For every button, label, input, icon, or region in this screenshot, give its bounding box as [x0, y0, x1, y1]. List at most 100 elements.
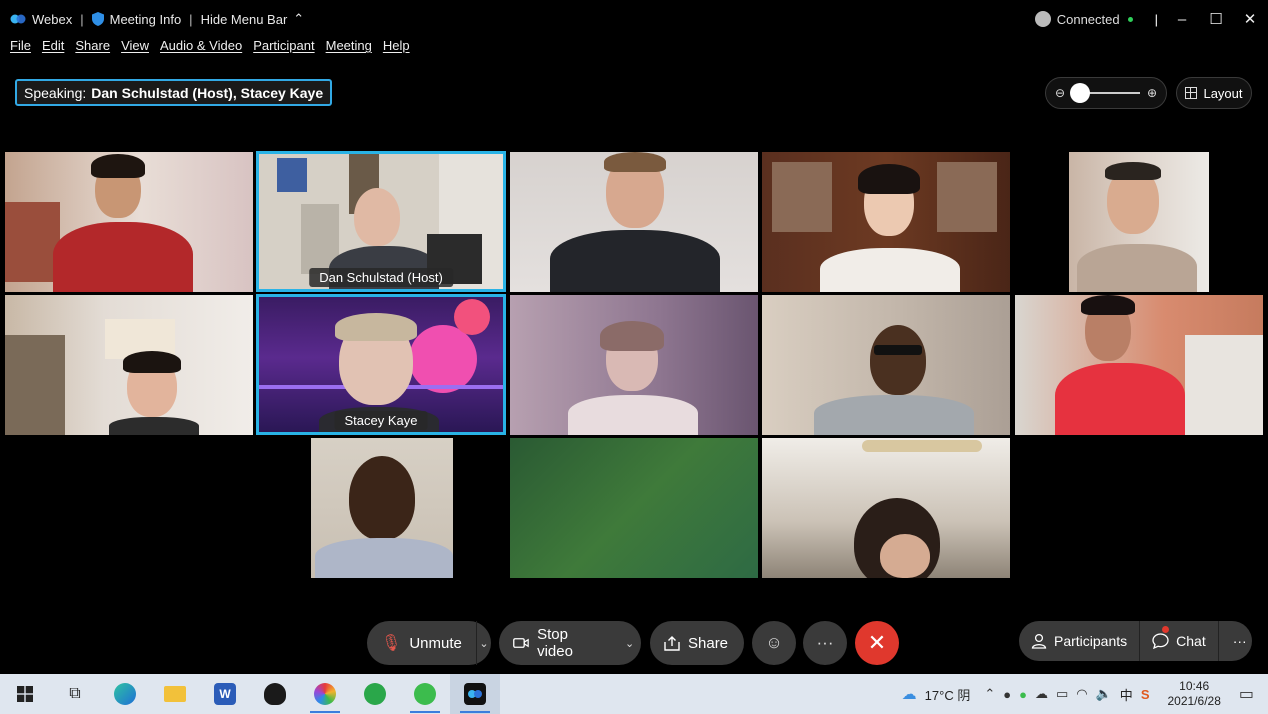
close-icon[interactable]: ✕: [1240, 10, 1260, 28]
participant-hair: [123, 351, 181, 373]
participant-face: [354, 188, 400, 246]
windows-logo-icon: [17, 686, 33, 702]
menu-participant[interactable]: Participant: [253, 38, 314, 62]
taskbar-app-evernote[interactable]: [350, 674, 400, 714]
title-bar: Webex | Meeting Info | Hide Menu Bar ⌃ C…: [0, 0, 1268, 38]
audio-options-dropdown[interactable]: ⌄: [475, 621, 491, 665]
more-options-button[interactable]: ···: [803, 621, 847, 665]
speaking-prefix: Speaking:: [24, 84, 87, 101]
task-view-button[interactable]: ⧉: [50, 674, 100, 714]
video-tile[interactable]: [1015, 295, 1263, 435]
wechat-tray-icon[interactable]: ●: [1019, 687, 1027, 702]
battery-icon[interactable]: ▭: [1056, 686, 1068, 702]
menu-bar: File Edit Share View Audio & Video Parti…: [10, 38, 410, 62]
volume-icon[interactable]: 🔈: [1096, 686, 1112, 702]
brick-wall: [5, 202, 60, 282]
participants-button[interactable]: Participants: [1019, 621, 1139, 661]
menu-share[interactable]: Share: [75, 38, 110, 62]
participant-hair: [335, 313, 417, 341]
taskbar-app-word[interactable]: W: [200, 674, 250, 714]
video-tile[interactable]: [510, 152, 758, 292]
participant-hair: [600, 321, 664, 351]
color-wheel-icon: [314, 683, 336, 705]
leave-meeting-button[interactable]: ✕: [855, 621, 899, 665]
qq-penguin-icon: [264, 683, 286, 705]
weather-text[interactable]: 17°C 阴: [925, 685, 971, 704]
edge-icon: [114, 683, 136, 705]
bookshelf: [5, 335, 65, 435]
task-view-icon: ⧉: [69, 685, 81, 702]
participant-body: [550, 230, 720, 292]
ime-indicator[interactable]: 中: [1120, 685, 1133, 704]
wifi-icon[interactable]: ◠: [1076, 686, 1087, 702]
layout-button[interactable]: Layout: [1176, 77, 1252, 109]
hide-menu-bar-label: Hide Menu Bar: [200, 11, 288, 27]
video-tile-active-speaker[interactable]: Stacey Kaye: [256, 294, 506, 435]
zoom-slider-handle[interactable]: [1070, 83, 1090, 103]
webex-logo-icon: [10, 14, 26, 24]
layout-label: Layout: [1203, 85, 1243, 101]
video-feed: [510, 438, 758, 578]
sogou-input-icon[interactable]: S: [1141, 687, 1150, 702]
unmute-label: Unmute: [409, 634, 462, 652]
menu-file[interactable]: File: [10, 38, 31, 62]
participant-face: [870, 325, 926, 395]
notification-center-icon[interactable]: ▭: [1239, 684, 1254, 704]
participant-hair: [1081, 295, 1135, 315]
menu-audio-video[interactable]: Audio & Video: [160, 38, 242, 62]
participant-face: [880, 534, 930, 578]
zoom-control: ⊖ ⊕: [1045, 77, 1167, 109]
video-tile[interactable]: [257, 438, 505, 578]
clock[interactable]: 10:46 2021/6/28: [1167, 679, 1220, 709]
menu-view[interactable]: View: [121, 38, 149, 62]
menu-edit[interactable]: Edit: [42, 38, 64, 62]
speaking-indicator: Speaking: Dan Schulstad (Host), Stacey K…: [15, 79, 333, 106]
menu-meeting[interactable]: Meeting: [326, 38, 372, 62]
chat-button[interactable]: Chat: [1139, 621, 1218, 661]
video-tile[interactable]: [1015, 152, 1263, 292]
taskbar-app-photos[interactable]: [300, 674, 350, 714]
taskbar-app-webex[interactable]: [450, 674, 500, 714]
hide-menu-bar-button[interactable]: Hide Menu Bar ⌃: [201, 11, 305, 27]
taskbar-app-edge[interactable]: [100, 674, 150, 714]
video-tile[interactable]: [510, 438, 758, 578]
chevron-up-icon[interactable]: ⌃: [984, 686, 995, 702]
video-tile[interactable]: [5, 295, 253, 435]
video-tile[interactable]: [510, 295, 758, 435]
connection-label: Connected: [1056, 11, 1120, 27]
minimize-icon[interactable]: –: [1172, 11, 1192, 28]
taskbar-app-file-explorer[interactable]: [150, 674, 200, 714]
share-button[interactable]: Share: [650, 621, 742, 665]
qq-tray-icon[interactable]: ●: [1003, 687, 1011, 702]
connection-status[interactable]: Connected: [1034, 11, 1133, 27]
app-title: Webex: [10, 12, 72, 27]
panel-more-button[interactable]: ···: [1217, 621, 1261, 661]
participant-body: [814, 395, 974, 435]
video-tile-active-speaker[interactable]: Dan Schulstad (Host): [256, 151, 506, 292]
taskbar-app-qq[interactable]: [250, 674, 300, 714]
video-options-dropdown[interactable]: ⌄: [618, 621, 641, 665]
unmute-button[interactable]: 🎙 Unmute: [367, 621, 476, 665]
meeting-info-button[interactable]: Meeting Info: [91, 12, 181, 27]
onedrive-icon[interactable]: ☁: [1035, 686, 1048, 702]
video-tile[interactable]: [5, 152, 253, 292]
reactions-button[interactable]: ☺: [752, 621, 796, 665]
taskbar-app-wechat[interactable]: [400, 674, 450, 714]
participant-name-label: Stacey Kaye: [334, 411, 428, 430]
participant-face: [349, 456, 415, 540]
participant-body: [568, 395, 698, 435]
video-tile[interactable]: [762, 295, 1010, 435]
close-icon: ✕: [867, 630, 887, 655]
video-tile[interactable]: [762, 152, 1010, 292]
zoom-slider[interactable]: [1070, 83, 1140, 103]
maximize-icon[interactable]: ☐: [1206, 10, 1226, 28]
stop-video-button[interactable]: Stop video: [499, 621, 618, 665]
clock-date: 2021/6/28: [1167, 694, 1221, 708]
weather-cloud-icon[interactable]: ☁: [902, 685, 917, 703]
zoom-out-icon[interactable]: ⊖: [1054, 86, 1066, 100]
participant-body: [109, 417, 199, 435]
video-tile[interactable]: [762, 438, 1010, 578]
start-button[interactable]: [0, 674, 50, 714]
menu-help[interactable]: Help: [383, 38, 410, 62]
zoom-in-icon[interactable]: ⊕: [1146, 86, 1158, 100]
